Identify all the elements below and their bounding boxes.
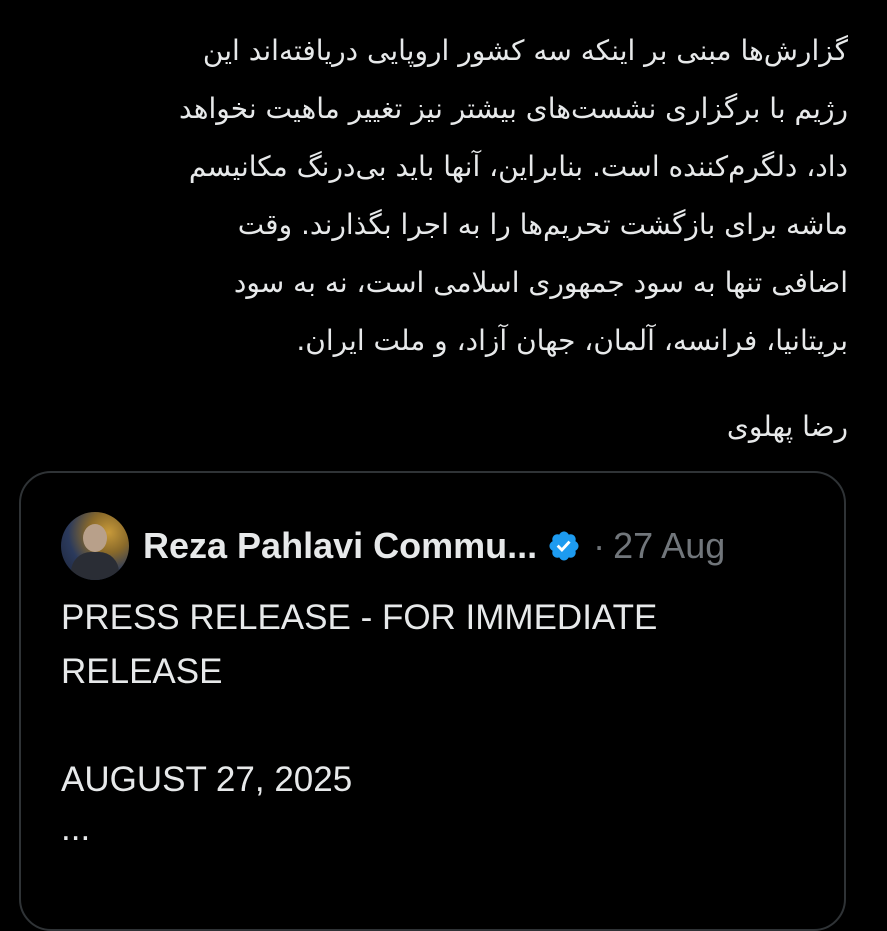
quoted-tweet-date[interactable]: 27 Aug (613, 525, 725, 567)
author-name[interactable]: Reza Pahlavi Commu... (143, 525, 537, 567)
date-separator: · (593, 525, 606, 566)
quoted-tweet-ellipsis: ... (61, 809, 91, 848)
line-spacer (61, 699, 804, 753)
verified-badge-icon (549, 531, 579, 561)
tweet-text-line: داد، دلگرم‌کننده است. بنابراین، آنها بای… (188, 150, 848, 183)
tweet-text-line: رژیم با برگزاری نشست‌های بیشتر نیز تغییر… (179, 92, 848, 125)
tweet-text-line: گزارش‌ها مبنی بر اینکه سه کشور اروپایی د… (202, 34, 848, 67)
quoted-tweet-line: AUGUST 27, 2025 (61, 760, 353, 799)
tweet-text-line: بریتانیا، فرانسه، آلمان، جهان آزاد، و مل… (296, 324, 848, 357)
quoted-tweet-line: PRESS RELEASE - FOR IMMEDIATE (61, 598, 658, 637)
quoted-tweet-header: Reza Pahlavi Commu... · 27 Aug (61, 511, 824, 581)
author-avatar[interactable] (61, 512, 129, 580)
quoted-tweet-line: RELEASE (61, 652, 223, 691)
quoted-tweet-body: PRESS RELEASE - FOR IMMEDIATE RELEASE AU… (61, 591, 804, 851)
tweet-text: گزارش‌ها مبنی بر اینکه سه کشور اروپایی د… (48, 22, 848, 370)
tweet-text-line: اضافی تنها به سود جمهوری اسلامی است، نه … (233, 266, 848, 299)
tweet-text-line: ماشه برای بازگشت تحریم‌ها را به اجرا بگذ… (237, 208, 848, 241)
quoted-tweet-card[interactable]: Reza Pahlavi Commu... · 27 Aug PRESS REL… (19, 471, 846, 931)
tweet-signature: رضا پهلوی (726, 410, 848, 443)
